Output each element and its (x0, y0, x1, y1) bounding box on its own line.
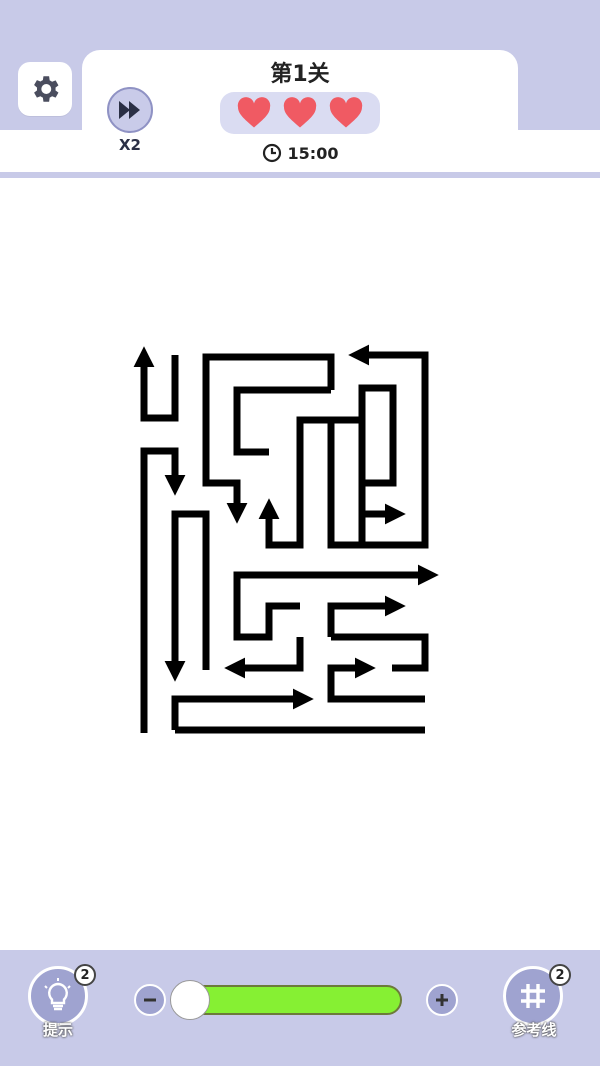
maze-arrow[interactable] (171, 688, 314, 730)
arrow-maze[interactable] (0, 178, 600, 948)
heart-icon (329, 97, 363, 128)
clock-icon (262, 143, 281, 163)
speed-button[interactable] (107, 87, 153, 133)
lives-indicator (220, 92, 380, 134)
hash-icon (521, 984, 545, 1008)
timer: 15:00 (0, 143, 600, 163)
plus-icon (436, 994, 448, 1006)
hint-label: 提示 (42, 1021, 73, 1039)
guide-count-badge: 2 (549, 964, 571, 986)
level-title: 第1关 (270, 62, 330, 87)
maze-arrow[interactable] (258, 416, 362, 549)
zoom-in-button[interactable] (426, 984, 458, 1016)
hint-count-badge: 2 (74, 964, 96, 986)
lightbulb-icon (44, 978, 71, 1011)
heart-icon (283, 97, 317, 128)
zoom-out-button[interactable] (134, 984, 166, 1016)
fast-forward-icon (119, 101, 140, 119)
maze-arrow[interactable] (164, 510, 210, 682)
maze-arrow[interactable] (133, 346, 179, 422)
maze-arrow[interactable] (327, 595, 406, 637)
maze-arrow[interactable] (331, 633, 429, 672)
maze-arrow[interactable] (202, 353, 335, 524)
guide-lines-label: 参考线 (511, 1021, 557, 1039)
timer-text: 15:00 (287, 143, 339, 163)
maze-arrow[interactable] (327, 384, 397, 549)
maze-arrow[interactable] (140, 447, 186, 733)
maze-arrow[interactable] (224, 637, 304, 679)
zoom-slider-knob[interactable] (170, 980, 210, 1020)
heart-icon (237, 97, 271, 128)
minus-icon (144, 998, 156, 1002)
maze-arrow[interactable] (327, 657, 425, 703)
